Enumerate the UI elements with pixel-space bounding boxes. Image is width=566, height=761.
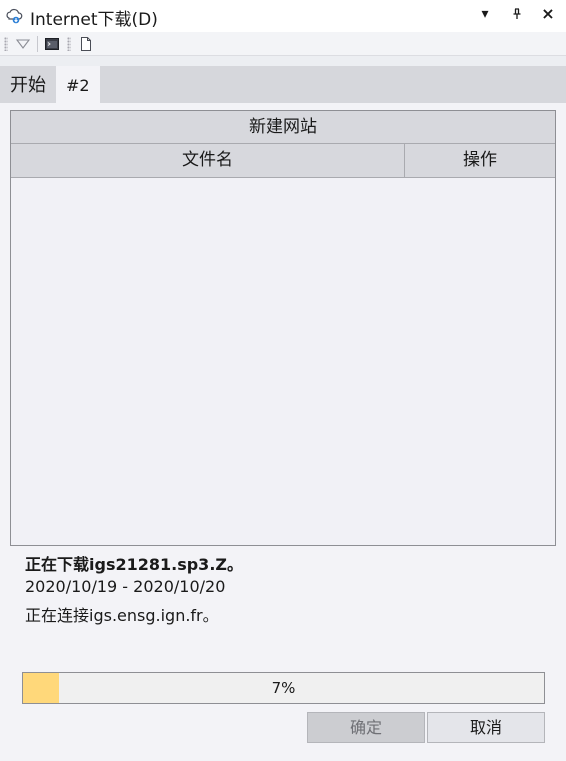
date-range-text: 2020/10/19 - 2020/10/20 xyxy=(25,577,226,596)
toolbar-grip[interactable] xyxy=(4,37,8,51)
pin-icon xyxy=(513,8,521,19)
cloud-download-icon xyxy=(6,8,23,24)
title-bar: Internet下载(D) ▾ × xyxy=(0,0,566,32)
column-header-filename[interactable]: 文件名 xyxy=(11,144,405,178)
site-box: 新建网站 文件名 操作 xyxy=(10,110,556,546)
download-progress-bar: 7% xyxy=(22,672,545,704)
pin-button[interactable] xyxy=(508,6,526,24)
tab-2[interactable]: #2 xyxy=(56,66,100,103)
file-list-body[interactable] xyxy=(11,178,555,545)
dropdown-triangle-icon[interactable] xyxy=(15,36,31,52)
toolbar xyxy=(0,32,566,56)
tab-strip: 开始 #2 xyxy=(0,66,566,103)
close-button[interactable]: × xyxy=(539,4,557,23)
site-box-title: 新建网站 xyxy=(11,111,555,144)
toolbar-separator xyxy=(37,36,38,52)
column-header-action[interactable]: 操作 xyxy=(405,144,555,178)
download-panel: 新建网站 文件名 操作 正在下载igs21281.sp3.Z。 2020/10/… xyxy=(0,103,566,761)
window-menu-dropdown-button[interactable]: ▾ xyxy=(476,6,494,22)
connecting-status: 正在连接igs.ensg.ign.fr。 xyxy=(25,606,219,625)
document-icon[interactable] xyxy=(78,36,94,52)
toolbar-grip-2[interactable] xyxy=(67,37,71,51)
ok-button[interactable]: 确定 xyxy=(307,712,425,743)
console-icon[interactable] xyxy=(44,36,60,52)
downloading-status: 正在下载igs21281.sp3.Z。 xyxy=(25,555,243,574)
progress-label: 7% xyxy=(271,679,296,697)
cancel-button[interactable]: 取消 xyxy=(427,712,545,743)
tab-start[interactable]: 开始 xyxy=(0,66,56,103)
window-title: Internet下载(D) xyxy=(30,10,158,30)
